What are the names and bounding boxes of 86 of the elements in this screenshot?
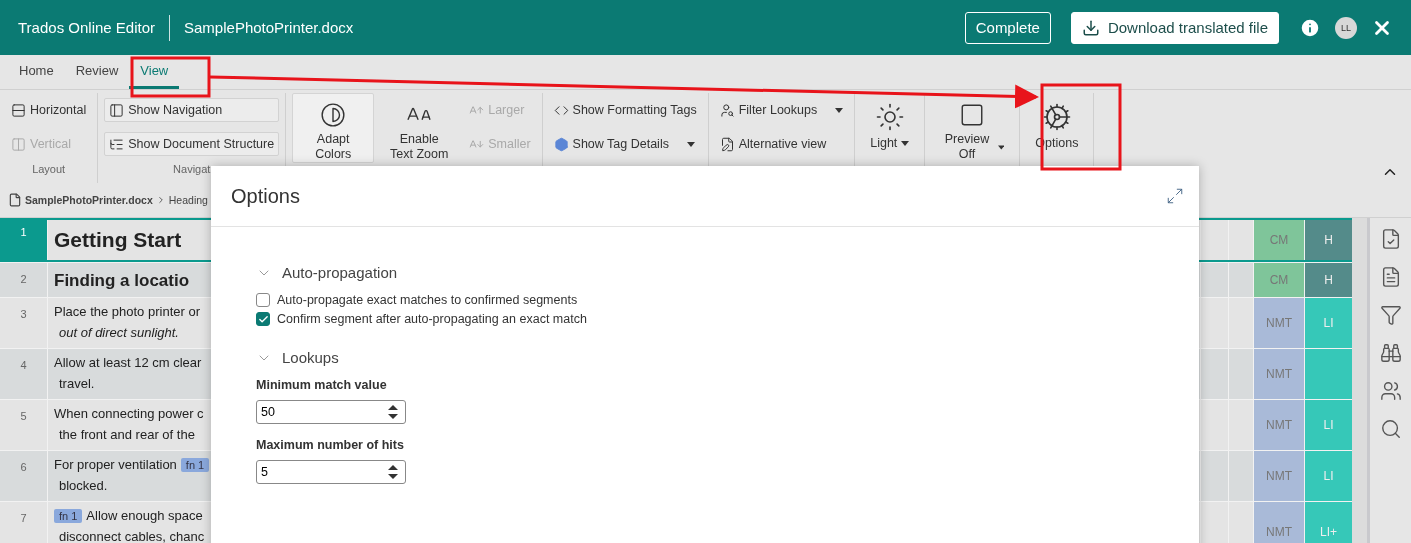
- filter-icon[interactable]: [1379, 304, 1402, 326]
- status-cell: CM: [1253, 263, 1304, 297]
- checkbox-label: Confirm segment after auto-propagating an exact match: [277, 312, 587, 326]
- ribbon-button[interactable]: Filter Lookups: [714, 98, 849, 122]
- segment-number: 7: [0, 502, 48, 543]
- checkbox[interactable]: [256, 293, 270, 307]
- ribbon-button[interactable]: Horizontal: [6, 98, 92, 122]
- checkbox[interactable]: [256, 312, 270, 326]
- expand-icon[interactable]: [1166, 187, 1184, 205]
- status-cell: NMT: [1253, 451, 1304, 501]
- section-header[interactable]: Auto-propagation: [256, 264, 398, 281]
- status-cell: NMT: [1253, 502, 1304, 543]
- segment-number: 1: [0, 220, 48, 260]
- status-cell: NMT: [1253, 400, 1304, 450]
- status-cell: NMT: [1253, 298, 1304, 348]
- segment-text: Place the photo printer or: [54, 304, 200, 319]
- horizontal-layout-icon: [11, 102, 26, 118]
- ribbon-button[interactable]: Show Formatting Tags: [548, 98, 702, 122]
- people-icon[interactable]: [1379, 380, 1402, 402]
- ribbon-button[interactable]: Show Navigation: [104, 98, 280, 122]
- document-tree-icon: [109, 136, 125, 152]
- navigation-panel-icon: [109, 102, 125, 118]
- info-icon[interactable]: [1299, 16, 1321, 39]
- ribbon-button[interactable]: Alternative view: [714, 132, 849, 156]
- ribbon-button[interactable]: Light: [861, 93, 919, 163]
- match-cell: LI: [1304, 400, 1352, 450]
- ribbon-tab[interactable]: Home: [8, 55, 65, 89]
- person-search-icon: [719, 102, 735, 118]
- caret-icon: [686, 141, 695, 147]
- search-icon[interactable]: [1379, 418, 1402, 440]
- segment-text: Getting Start: [54, 228, 182, 252]
- ribbon-button[interactable]: Preview Off: [931, 93, 1014, 163]
- ribbon-button[interactable]: Enable Text Zoom: [378, 93, 461, 163]
- status-cell: NMT: [1253, 349, 1304, 399]
- segment-text: blocked.: [59, 478, 108, 493]
- spinner-icon[interactable]: [388, 465, 398, 479]
- segment-text: the front and rear of the: [59, 427, 195, 442]
- match-cell: H: [1304, 220, 1352, 260]
- checkbox-label: Auto-propagate exact matches to confirmed segments: [277, 293, 578, 307]
- footnote-tag: fn 1: [180, 457, 210, 472]
- group-label: Navigat: [172, 163, 212, 175]
- app-title: Trados Online Editor: [18, 19, 155, 36]
- vertical-layout-icon: [11, 136, 26, 152]
- ribbon-button[interactable]: Show Tag Details: [548, 132, 702, 156]
- group-label: Layout: [31, 163, 67, 175]
- section-header[interactable]: Lookups: [256, 349, 339, 366]
- caret-icon: [835, 107, 844, 113]
- segment-text: When connecting power c: [54, 406, 204, 421]
- status-cell: CM: [1253, 220, 1304, 260]
- number-field[interactable]: 5: [256, 460, 406, 484]
- file-name: SamplePhotoPrinter.docx: [184, 19, 354, 36]
- segment-text: disconnect cables, chanc: [59, 529, 205, 543]
- segment-text: Allow at least 12 cm clear: [54, 355, 202, 370]
- breadcrumb-item[interactable]: SamplePhotoPrinter.docx: [25, 194, 153, 206]
- download-button[interactable]: Download translated file: [1070, 11, 1279, 44]
- match-cell: LI: [1304, 451, 1352, 501]
- dialog-title: Options: [231, 184, 300, 208]
- spinner-icon[interactable]: [388, 405, 398, 419]
- segment-text: Finding a locatio: [54, 271, 190, 291]
- match-cell: H: [1304, 263, 1352, 297]
- segment-text: Allow enough space: [86, 508, 203, 523]
- gears-icon: [1041, 102, 1072, 132]
- match-cell: LI: [1304, 298, 1352, 348]
- segment-text: out of direct sunlight.: [59, 325, 179, 340]
- breadcrumb-item[interactable]: Heading: [168, 194, 208, 206]
- binoculars-icon[interactable]: [1379, 342, 1402, 364]
- segment-text: travel.: [59, 376, 95, 391]
- download-icon: [1081, 18, 1100, 37]
- hexagon-icon: [553, 136, 569, 152]
- user-avatar[interactable]: LL: [1335, 16, 1357, 39]
- document-icon: [8, 193, 22, 207]
- sun-icon: [874, 102, 905, 132]
- number-field[interactable]: 50: [256, 400, 406, 424]
- field-label: Maximum number of hits: [256, 438, 405, 452]
- complete-button[interactable]: Complete: [964, 11, 1051, 44]
- caret-icon: [997, 144, 1005, 150]
- segment-text: For proper ventilation: [54, 457, 177, 472]
- field-label: Minimum match value: [256, 378, 388, 392]
- ribbon-tab[interactable]: View: [129, 55, 180, 89]
- caret-icon: [901, 141, 910, 146]
- match-cell: LI+: [1304, 502, 1352, 543]
- ribbon-button[interactable]: Show Document Structure: [104, 132, 280, 156]
- ribbon-button[interactable]: Adapt Colors: [292, 93, 375, 163]
- footnote-tag: fn 1: [54, 508, 83, 523]
- file-pen-icon: [719, 136, 735, 152]
- ribbon-tab[interactable]: Review: [64, 55, 130, 89]
